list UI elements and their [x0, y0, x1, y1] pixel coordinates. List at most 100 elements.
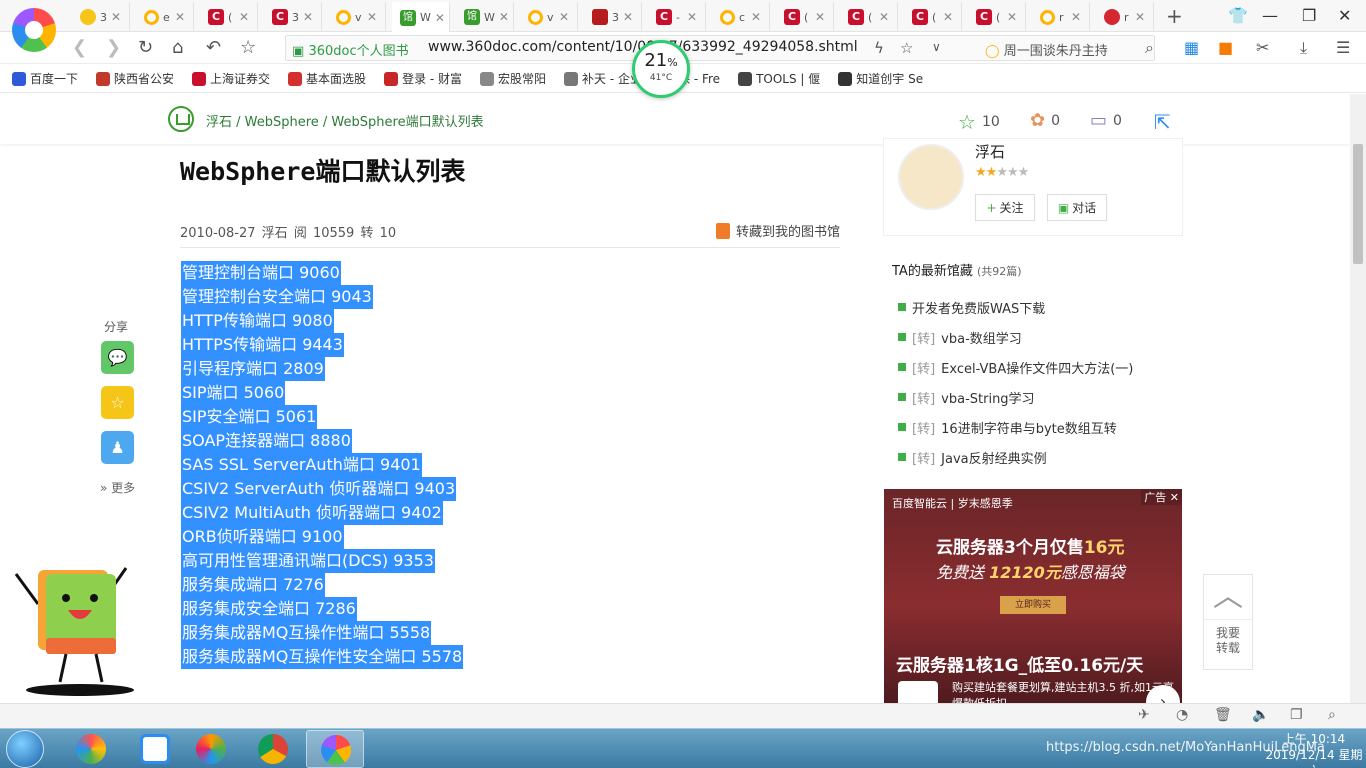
back-to-top-button[interactable]: ︿ 我要 转载	[1203, 574, 1253, 670]
favorite-share-button[interactable]: ☆	[101, 386, 134, 419]
bookmark-item[interactable]: 登录 - 财富	[384, 70, 462, 87]
comments-count[interactable]: ▭ 0	[1090, 110, 1122, 131]
lightning-icon[interactable]: ϟ	[874, 39, 884, 57]
close-tab-icon[interactable]: ✕	[559, 10, 569, 24]
scrollbar-thumb[interactable]	[1353, 144, 1363, 264]
browser-tab[interactable]: (✕	[968, 2, 1026, 32]
start-button[interactable]	[6, 730, 44, 768]
close-tab-icon[interactable]: ✕	[751, 10, 761, 24]
forward-icon[interactable]: ❯	[106, 37, 121, 58]
weather-widget[interactable]: 21% 41°C	[632, 40, 690, 98]
system-clock[interactable]: 上午 10:142019/12/14 星期六	[1262, 731, 1366, 768]
browser-tab[interactable]: (✕	[200, 2, 258, 32]
taskbar-app-network[interactable]	[126, 730, 184, 768]
browser-tab[interactable]: r ✕	[1032, 2, 1090, 32]
vertical-scrollbar[interactable]	[1350, 94, 1366, 703]
qq-share-button[interactable]: ♟	[101, 431, 134, 464]
chat-button[interactable]: ▣ 对话	[1047, 194, 1107, 221]
browser-tab[interactable]: 3✕	[584, 2, 642, 32]
close-tab-icon[interactable]: ✕	[175, 10, 185, 24]
bookmark-item[interactable]: 宏股常阳	[480, 70, 546, 87]
apps-grid-icon[interactable]: ▦	[1184, 38, 1199, 57]
browser-tab[interactable]: c ✕	[712, 2, 770, 32]
close-tab-icon[interactable]: ✕	[435, 11, 445, 25]
more-share-link[interactable]: » 更多	[100, 479, 135, 496]
list-item[interactable]: [转] vba-数组学习	[898, 322, 1188, 352]
wechat-share-button[interactable]: 💬	[101, 341, 134, 374]
browser-logo-icon[interactable]	[12, 8, 56, 52]
rocket-icon[interactable]: ✈	[1138, 707, 1150, 723]
home-icon[interactable]: ⌂	[172, 37, 183, 58]
taskbar-app-color[interactable]	[62, 730, 120, 768]
home-icon[interactable]	[168, 106, 194, 132]
close-tab-icon[interactable]: ✕	[1071, 10, 1081, 24]
flowers-count[interactable]: ✿ 0	[1030, 110, 1060, 131]
list-item-link[interactable]: Java反射经典实例	[941, 448, 1046, 467]
browser-tab[interactable]: 3✕	[264, 2, 322, 32]
site-info-badge[interactable]: ▣ 360doc个人图书	[292, 40, 409, 59]
browser-tab[interactable]: 3✕	[72, 2, 130, 32]
list-item[interactable]: [转] vba-String学习	[898, 382, 1188, 412]
taskbar-app-pinwheel[interactable]	[182, 730, 240, 768]
close-tab-icon[interactable]: ✕	[943, 10, 953, 24]
list-item[interactable]: [转] Java反射经典实例	[898, 442, 1188, 472]
ad-buy-button[interactable]: 立即购买	[1000, 596, 1066, 614]
close-tab-icon[interactable]: ✕	[815, 10, 825, 24]
save-to-library-button[interactable]: 转藏到我的图书馆	[716, 221, 840, 240]
window-icon[interactable]: ❐	[1290, 707, 1303, 723]
browser-tab[interactable]: W✕	[392, 2, 450, 33]
list-item[interactable]: [转] Excel-VBA操作文件四大方法(一)	[898, 352, 1188, 382]
volume-icon[interactable]: 🔈	[1252, 707, 1269, 723]
bookmark-item[interactable]: 知道创宇 Se	[838, 70, 923, 87]
bookmark-item[interactable]: 陕西省公安	[96, 70, 174, 87]
zoom-icon[interactable]: ⌕	[1328, 707, 1336, 723]
search-input[interactable]: ◯ 周一围谈朱丹主持	[985, 40, 1108, 59]
browser-tab[interactable]: W✕	[456, 2, 514, 32]
close-tab-icon[interactable]: ✕	[111, 10, 121, 24]
list-item[interactable]: 开发者免费版WAS下载	[898, 292, 1188, 322]
menu-icon[interactable]: ☰	[1336, 38, 1350, 57]
list-item-link[interactable]: vba-数组学习	[941, 328, 1022, 347]
bookmark-item[interactable]: 补天 - 企业	[564, 70, 642, 87]
browser-tab[interactable]: -✕	[648, 2, 706, 32]
browser-tab[interactable]: (✕	[776, 2, 834, 32]
browser-tab[interactable]: r ✕	[1096, 2, 1154, 32]
ad-close-button[interactable]: 广告 ✕	[1141, 489, 1182, 505]
browser-tab[interactable]: e ✕	[136, 2, 194, 32]
bookmark-item[interactable]: 百度一下	[12, 70, 78, 87]
close-tab-icon[interactable]: ✕	[687, 10, 697, 24]
close-window-button[interactable]: ✕	[1338, 6, 1351, 25]
restore-button[interactable]: ❐	[1302, 6, 1316, 25]
taskbar-app-chrome[interactable]	[244, 730, 302, 768]
trash-icon[interactable]: 🗑	[1214, 707, 1232, 723]
list-item-link[interactable]: vba-String学习	[941, 388, 1034, 407]
download-icon[interactable]: ⤓	[1300, 38, 1307, 58]
author-name[interactable]: 浮石	[975, 141, 1005, 162]
close-tab-icon[interactable]: ✕	[879, 10, 889, 24]
taskbar-app-360browser[interactable]	[306, 730, 364, 768]
scissors-icon[interactable]: ✂	[1256, 38, 1269, 57]
close-tab-icon[interactable]: ✕	[303, 10, 313, 24]
bookmark-item[interactable]: 基本面选股	[288, 70, 366, 87]
shirt-skin-icon[interactable]: 👕	[1228, 6, 1248, 25]
close-tab-icon[interactable]: ✕	[239, 10, 249, 24]
bookmark-item[interactable]: 上海证券交	[192, 70, 270, 87]
close-tab-icon[interactable]: ✕	[1135, 10, 1145, 24]
browser-tab[interactable]: v ✕	[328, 2, 386, 32]
advertisement-banner[interactable]: 百度智能云 | 岁末感恩季 广告 ✕ 云服务器3个月仅售16元 免费送 1212…	[884, 489, 1182, 703]
bookmark-item[interactable]: TOOLS | 偃	[738, 70, 820, 87]
star-icon[interactable]: ☆	[240, 37, 256, 58]
new-tab-button[interactable]: +	[1166, 4, 1183, 28]
list-item-link[interactable]: 开发者免费版WAS下载	[912, 298, 1045, 317]
search-icon[interactable]: ⌕	[1145, 38, 1154, 58]
refresh-icon[interactable]: ↻	[138, 37, 153, 58]
back-icon[interactable]: ❮	[72, 37, 87, 58]
close-tab-icon[interactable]: ✕	[623, 10, 633, 24]
list-item-link[interactable]: Excel-VBA操作文件四大方法(一)	[941, 358, 1133, 377]
list-item-link[interactable]: 16进制字符串与byte数组互转	[941, 418, 1117, 437]
avatar[interactable]	[898, 144, 964, 210]
close-tab-icon[interactable]: ✕	[499, 10, 509, 24]
favorites-count[interactable]: ☆ 10	[958, 110, 1000, 134]
browser-tab[interactable]: v ✕	[520, 2, 578, 32]
shopping-icon[interactable]: ■	[1218, 38, 1233, 57]
